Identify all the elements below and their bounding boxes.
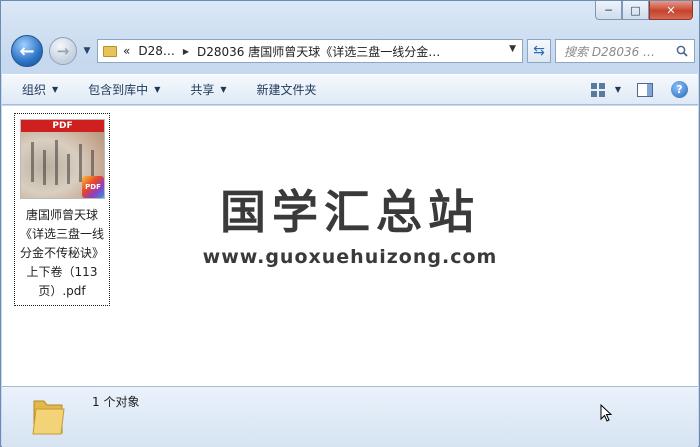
breadcrumb: « D28… ▶ D28036 唐国师曾天球《详选三盘一线分金… [123, 43, 440, 60]
explorer-window: ─ □ ✕ ← → ▼ « D28… ▶ D28036 唐国师曾天球《详选三盘一… [0, 0, 700, 447]
pdf-thumbnail: PDF PDF [20, 119, 105, 199]
address-dropdown-icon[interactable]: ▼ [509, 44, 516, 54]
chevron-down-icon: ▼ [52, 85, 59, 94]
folder-icon [103, 45, 117, 57]
forward-button[interactable]: → [49, 37, 77, 65]
forward-arrow-icon: → [56, 42, 70, 60]
close-button[interactable]: ✕ [649, 1, 693, 20]
minimize-button[interactable]: ─ [595, 1, 622, 20]
back-button[interactable]: ← [11, 35, 43, 67]
new-folder-button[interactable]: 新建文件夹 [257, 81, 317, 98]
file-item[interactable]: PDF PDF 唐国师曾天球《详选三盘一线分金不传秘诀》上下卷（113页）.pd… [14, 113, 110, 306]
pdf-icon: PDF [82, 176, 104, 198]
breadcrumb-overflow[interactable]: « [123, 44, 130, 58]
search-input[interactable]: 搜索 D28036 … [555, 39, 695, 63]
breadcrumb-separator-icon[interactable]: ▶ [183, 47, 189, 56]
breadcrumb-item-parent[interactable]: D28… [138, 44, 175, 58]
change-view-icon[interactable] [590, 82, 605, 97]
navigation-bar: ← → ▼ « D28… ▶ D28036 唐国师曾天球《详选三盘一线分金… ▼… [9, 35, 695, 67]
breadcrumb-item-current[interactable]: D28036 唐国师曾天球《详选三盘一线分金… [197, 43, 440, 60]
details-pane: 1 个对象 [2, 386, 698, 447]
file-list-area[interactable]: 国学汇总站 www.guoxuehuizong.com PDF PDF 唐国师曾… [2, 106, 698, 386]
thumbnail-band: PDF [21, 120, 104, 132]
new-folder-label: 新建文件夹 [256, 83, 317, 97]
mouse-pointer-icon [600, 404, 612, 422]
maximize-button[interactable]: □ [622, 1, 649, 20]
preview-pane-icon[interactable] [637, 82, 653, 97]
organize-label: 组织 [22, 83, 47, 97]
share-menu[interactable]: 共享 ▼ [190, 81, 226, 98]
address-bar[interactable]: « D28… ▶ D28036 唐国师曾天球《详选三盘一线分金… ▼ [97, 39, 523, 63]
file-name[interactable]: 唐国师曾天球《详选三盘一线分金不传秘诀》上下卷（113页）.pdf [15, 206, 109, 301]
recent-pages-dropdown[interactable]: ▼ [81, 43, 93, 59]
refresh-icon: ⇆ [533, 43, 545, 59]
toolbar-right: ▼ ? [590, 81, 688, 98]
caption-buttons: ─ □ ✕ [595, 1, 693, 21]
include-in-library-label: 包含到库中 [88, 83, 149, 97]
item-count: 1 个对象 [92, 395, 140, 409]
chevron-down-icon: ▼ [220, 85, 227, 94]
help-icon[interactable]: ? [671, 81, 688, 98]
command-toolbar: 组织 ▼ 包含到库中 ▼ 共享 ▼ 新建文件夹 ▼ ? [2, 74, 698, 105]
chevron-down-icon: ▼ [154, 85, 161, 94]
search-icon [676, 45, 688, 57]
refresh-button[interactable]: ⇆ [527, 39, 551, 63]
search-placeholder: 搜索 D28036 … [564, 44, 656, 59]
folder-icon [32, 400, 65, 435]
view-options-dropdown-icon[interactable]: ▼ [615, 85, 621, 94]
back-arrow-icon: ← [19, 40, 35, 62]
share-label: 共享 [190, 83, 215, 97]
organize-menu[interactable]: 组织 ▼ [22, 81, 58, 98]
include-in-library-menu[interactable]: 包含到库中 ▼ [88, 81, 160, 98]
